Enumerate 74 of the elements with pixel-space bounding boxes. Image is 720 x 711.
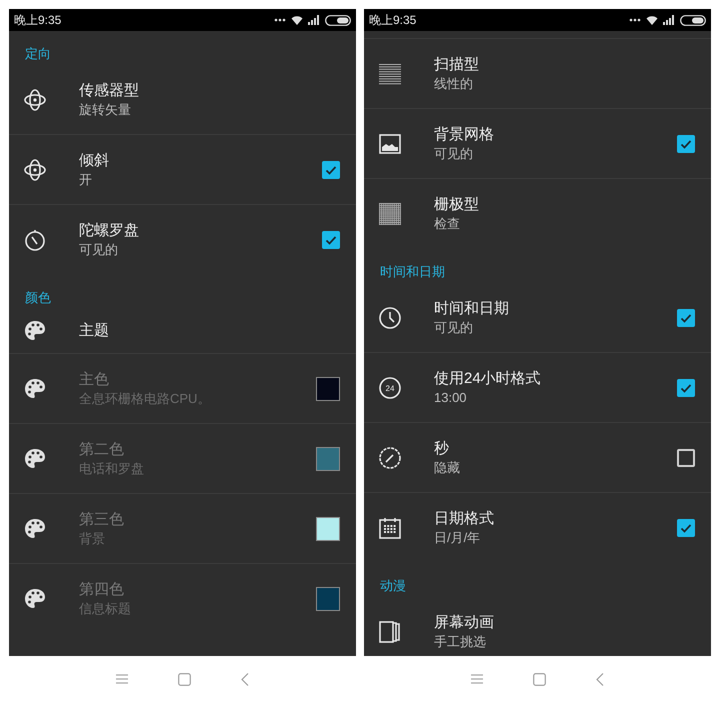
menu-icon[interactable]: [471, 674, 483, 684]
more-icon: [274, 18, 286, 22]
clock-icon: [378, 306, 402, 330]
item-subtitle: 检查: [434, 215, 461, 233]
stopwatch-icon: [23, 228, 47, 252]
item-title: 倾斜: [79, 150, 110, 170]
palette-icon: [23, 376, 47, 400]
back-icon[interactable]: [241, 672, 249, 686]
hour-format-icon: 24: [378, 376, 402, 400]
item-subtitle: 可见的: [79, 241, 119, 259]
item-title: 主色: [79, 370, 110, 390]
palette-icon: [23, 446, 47, 470]
item-title: 屏幕动画: [434, 613, 495, 633]
section-header: 定向: [25, 44, 51, 62]
checkbox[interactable]: [322, 160, 340, 178]
battery-icon: [680, 14, 706, 26]
item-title: 秒: [434, 438, 450, 458]
item-subtitle: 电话和罗盘: [79, 460, 145, 478]
home-icon[interactable]: [178, 672, 191, 686]
item-subtitle: 全息环栅格电路CPU。: [79, 390, 212, 408]
image-icon: [378, 132, 402, 156]
checkbox[interactable]: [677, 308, 695, 326]
item-title: 第四色: [79, 580, 125, 600]
item-title: 陀螺罗盘: [79, 221, 140, 241]
item-subtitle: 手工挑选: [434, 633, 487, 651]
item-subtitle: 可见的: [434, 318, 474, 336]
wifi-icon: [646, 15, 658, 25]
signal-icon: [308, 15, 320, 25]
palette-icon: [23, 516, 47, 540]
item-subtitle: 可见的: [434, 144, 474, 162]
status-time: 晚上9:35: [14, 12, 62, 29]
grid-icon: [378, 202, 402, 226]
item-title: 第二色: [79, 440, 125, 460]
item-title: 传感器型: [79, 80, 140, 100]
item-subtitle: 开: [79, 170, 93, 188]
status-time: 晚上9:35: [369, 12, 416, 29]
back-icon[interactable]: [596, 672, 604, 686]
item-title: 背景网格: [434, 124, 495, 144]
home-icon[interactable]: [533, 672, 546, 686]
item-title: 栅极型: [434, 195, 480, 215]
item-title: 日期格式: [434, 509, 495, 529]
item-title: 时间和日期: [434, 298, 510, 318]
item-title: 主题: [79, 321, 110, 341]
timer-icon: [378, 446, 402, 470]
more-icon: [629, 18, 641, 22]
palette-icon: [23, 319, 47, 343]
checkbox[interactable]: [677, 378, 695, 396]
item-subtitle: 旋转矢量: [79, 100, 132, 118]
lines-icon: [378, 62, 402, 86]
checkbox[interactable]: [677, 519, 695, 537]
signal-icon: [663, 15, 675, 25]
checkbox[interactable]: [322, 231, 340, 249]
battery-icon: [325, 14, 351, 26]
item-title: 第三色: [79, 510, 125, 530]
item-subtitle: 隐藏: [434, 458, 461, 476]
item-subtitle: 信息标题: [79, 600, 132, 618]
item-subtitle: 线性的: [434, 74, 474, 92]
section-header: 时间和日期: [380, 262, 445, 280]
item-title: 扫描型: [434, 54, 480, 74]
item-subtitle: 背景: [79, 530, 106, 548]
menu-icon[interactable]: [116, 674, 128, 684]
checkbox[interactable]: [677, 134, 695, 152]
item-subtitle: 13:00: [434, 388, 468, 406]
calendar-icon: [378, 516, 402, 540]
orbit-icon: [23, 88, 47, 112]
orbit-icon: [23, 158, 47, 182]
section-header: 颜色: [25, 288, 51, 306]
checkbox[interactable]: [677, 448, 695, 466]
item-subtitle: 日/月/年: [434, 529, 482, 547]
section-header: 动漫: [380, 576, 406, 594]
item-title: 使用24小时格式: [434, 368, 542, 388]
panels-icon: [378, 620, 402, 644]
wifi-icon: [291, 15, 303, 25]
palette-icon: [23, 587, 47, 611]
